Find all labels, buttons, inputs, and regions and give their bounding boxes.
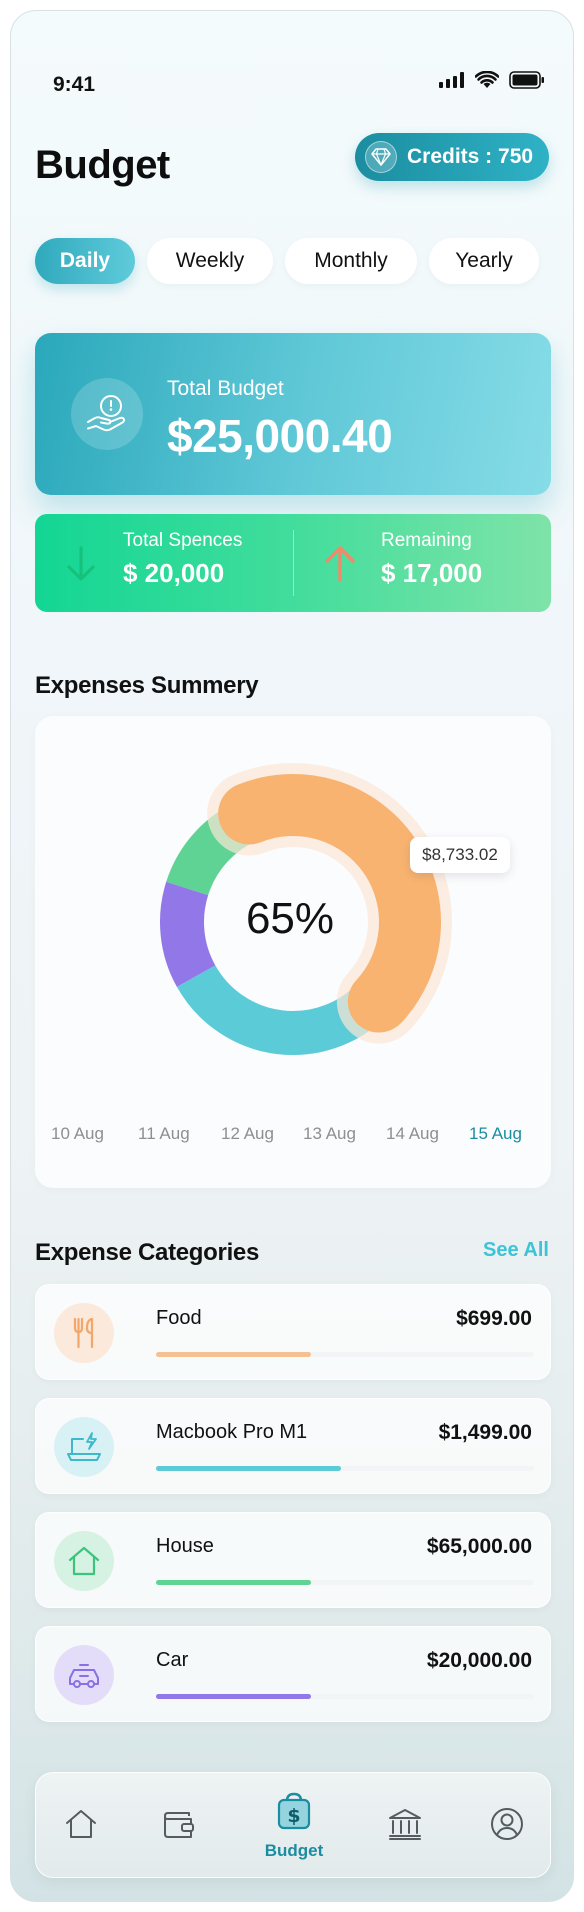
total-spent-label: Total Spences (123, 530, 243, 551)
categories-title: Expense Categories (35, 1239, 260, 1266)
bottom-navigation: $ Budget (35, 1772, 551, 1878)
credits-label: Credits : 750 (407, 145, 534, 168)
budget-icon: $ (276, 1792, 312, 1835)
day-label-active[interactable]: 15 Aug (469, 1124, 522, 1144)
stats-divider (293, 530, 294, 596)
category-name: House (156, 1535, 214, 1557)
category-name: Macbook Pro M1 (156, 1421, 308, 1443)
day-labels: 10 Aug 11 Aug 12 Aug 13 Aug 14 Aug 15 Au… (35, 1124, 551, 1148)
total-budget-amount: $25,000.40 (167, 410, 393, 462)
tab-weekly[interactable]: Weekly (147, 238, 273, 284)
nav-home[interactable] (50, 1773, 112, 1879)
tab-monthly[interactable]: Monthly (285, 238, 417, 284)
hand-coin-icon (71, 378, 143, 450)
profile-icon (490, 1807, 524, 1846)
nav-budget[interactable]: $ Budget (244, 1773, 344, 1879)
category-name: Food (156, 1307, 202, 1329)
tab-yearly[interactable]: Yearly (429, 238, 539, 284)
category-progress-track (156, 1580, 534, 1585)
tab-daily[interactable]: Daily (35, 238, 135, 284)
category-row-car[interactable]: Car $20,000.00 (35, 1626, 551, 1722)
category-progress-track (156, 1466, 534, 1471)
nav-bank[interactable] (374, 1773, 436, 1879)
category-name: Car (156, 1649, 189, 1671)
category-row-food[interactable]: Food $699.00 (35, 1284, 551, 1380)
house-icon (54, 1531, 114, 1591)
arrow-up-icon (325, 544, 355, 587)
remaining-label: Remaining (381, 530, 472, 551)
category-progress-fill (156, 1466, 342, 1471)
category-row-macbook[interactable]: Macbook Pro M1 $1,499.00 (35, 1398, 551, 1494)
category-amount: $699.00 (456, 1307, 532, 1330)
phone-screen: 9:41 Budget Credits : 750 Daily Weekly M… (10, 10, 574, 1902)
nav-budget-label: Budget (264, 1840, 324, 1860)
battery-icon (509, 71, 545, 94)
expenses-chart-card: 65% $8,733.02 10 Aug 11 Aug 12 Aug 13 Au… (35, 716, 551, 1188)
day-label[interactable]: 10 Aug (51, 1124, 104, 1144)
day-label[interactable]: 11 Aug (138, 1124, 190, 1144)
signal-icon (439, 72, 465, 93)
status-time: 9:41 (53, 73, 96, 96)
category-progress-fill (156, 1352, 311, 1357)
category-progress-fill (156, 1580, 311, 1585)
remaining-value: $ 17,000 (381, 558, 483, 588)
category-progress-track (156, 1694, 534, 1699)
total-budget-card: Total Budget $25,000.40 (35, 333, 551, 495)
fork-knife-icon (54, 1303, 114, 1363)
status-icons (439, 70, 545, 94)
total-spent-value: $ 20,000 (123, 558, 225, 588)
chart-tooltip: $8,733.02 (410, 837, 510, 873)
home-icon (64, 1808, 98, 1845)
spending-stats-card: Total Spences $ 20,000 Remaining $ 17,00… (35, 514, 551, 612)
day-label[interactable]: 12 Aug (221, 1124, 274, 1144)
bank-icon (387, 1807, 423, 1846)
category-amount: $1,499.00 (438, 1421, 532, 1444)
period-tabs: Daily Weekly Monthly Yearly (35, 238, 551, 284)
see-all-link[interactable]: See All (483, 1239, 549, 1262)
page-title: Budget (35, 143, 170, 187)
category-progress-track (156, 1352, 534, 1357)
nav-profile[interactable] (476, 1773, 538, 1879)
summary-title: Expenses Summery (35, 672, 259, 699)
nav-wallet[interactable] (148, 1773, 210, 1879)
total-spent-stat: Total Spences $ 20,000 (123, 530, 242, 589)
day-label[interactable]: 13 Aug (303, 1124, 356, 1144)
credits-button[interactable]: Credits : 750 (355, 133, 549, 181)
wallet-icon (162, 1808, 196, 1845)
category-amount: $65,000.00 (426, 1535, 532, 1558)
wifi-icon (474, 70, 500, 94)
arrow-down-icon (67, 546, 95, 587)
day-label[interactable]: 14 Aug (386, 1124, 439, 1144)
laptop-icon (54, 1417, 114, 1477)
category-amount: $20,000.00 (426, 1649, 532, 1672)
svg-text:$: $ (287, 1805, 300, 1827)
chart-center-percent: 65% (245, 894, 335, 943)
category-progress-fill (156, 1694, 311, 1699)
car-icon (54, 1645, 114, 1705)
total-budget-label: Total Budget (167, 377, 284, 400)
diamond-icon (365, 141, 397, 173)
remaining-stat: Remaining $ 17,000 (381, 530, 482, 589)
category-row-house[interactable]: House $65,000.00 (35, 1512, 551, 1608)
